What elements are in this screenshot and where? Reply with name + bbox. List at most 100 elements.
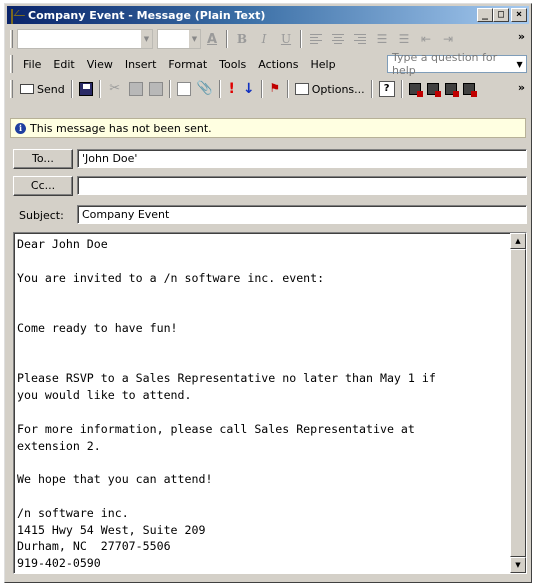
scissors-icon: ✂ xyxy=(109,81,121,96)
menu-edit[interactable]: Edit xyxy=(47,58,80,71)
toolbar-overflow-icon[interactable]: » xyxy=(518,81,525,94)
help-question-input[interactable]: Type a question for help ▼ xyxy=(387,51,527,77)
subject-label: Subject: xyxy=(19,209,64,222)
menu-file[interactable]: File xyxy=(17,58,47,71)
align-right-icon[interactable] xyxy=(349,29,371,49)
font-size-combo[interactable]: ▼ xyxy=(157,29,201,49)
paste-icon xyxy=(148,82,163,96)
maximize-button[interactable]: □ xyxy=(493,8,509,22)
toolbar-grip[interactable] xyxy=(10,80,13,98)
toolbar-grip[interactable] xyxy=(10,30,13,48)
copy-icon xyxy=(128,82,143,96)
paperclip-icon: 📎 xyxy=(196,81,213,96)
flag-icon: ⚑ xyxy=(269,81,281,95)
title-bar[interactable]: Company Event - Message (Plain Text) _ □… xyxy=(7,6,529,24)
menu-actions[interactable]: Actions xyxy=(252,58,304,71)
font-color-icon[interactable]: A xyxy=(201,29,223,49)
send-button[interactable]: Send xyxy=(17,78,68,100)
font-name-combo[interactable]: ▼ xyxy=(17,29,153,49)
check-names-button[interactable] xyxy=(174,78,194,100)
toolbar-separator xyxy=(286,80,289,98)
envelope-icon xyxy=(11,8,25,24)
underline-icon[interactable]: U xyxy=(275,29,297,49)
align-center-icon[interactable] xyxy=(327,29,349,49)
save-button[interactable] xyxy=(76,78,96,100)
bold-icon[interactable]: B xyxy=(231,29,253,49)
align-left-icon[interactable] xyxy=(305,29,327,49)
menu-format[interactable]: Format xyxy=(162,58,213,71)
send-label: Send xyxy=(37,82,65,96)
window-title: Company Event - Message (Plain Text) xyxy=(28,8,266,22)
save-icon xyxy=(78,82,93,96)
info-bar: i This message has not been sent. xyxy=(10,118,526,138)
options-button[interactable]: Options... xyxy=(292,78,368,100)
close-button[interactable]: × xyxy=(511,8,527,22)
cc-button[interactable]: Cc... xyxy=(13,176,73,196)
options-label: Options... xyxy=(311,82,365,96)
to-field[interactable]: 'John Doe' xyxy=(77,149,527,168)
toolbar-separator xyxy=(300,30,302,48)
toolbar-button-3[interactable] xyxy=(442,78,460,100)
toolbar-separator xyxy=(168,80,171,98)
increase-indent-icon[interactable]: ⇥ xyxy=(437,29,459,49)
toolbar-button-2[interactable] xyxy=(424,78,442,100)
follow-up-button[interactable]: ⚑ xyxy=(266,78,284,100)
help-icon: ? xyxy=(378,81,395,97)
paste-button[interactable] xyxy=(146,78,166,100)
italic-icon[interactable]: I xyxy=(253,29,275,49)
scroll-thumb[interactable] xyxy=(510,249,526,557)
menu-tools[interactable]: Tools xyxy=(213,58,252,71)
bullets-icon[interactable]: ☰ xyxy=(371,29,393,49)
standard-toolbar: Send ✂ 📎 ! ↓ ⚑ Options... ? » xyxy=(7,75,529,103)
toolbar-separator xyxy=(260,80,263,98)
menu-insert[interactable]: Insert xyxy=(119,58,163,71)
decrease-indent-icon[interactable]: ⇤ xyxy=(415,29,437,49)
message-action-icon xyxy=(462,83,477,97)
high-importance-button[interactable]: ! xyxy=(224,78,240,100)
toolbar-separator xyxy=(70,80,73,98)
cc-field[interactable] xyxy=(77,176,527,195)
numbering-icon[interactable]: ☰ xyxy=(393,29,415,49)
toolbar-separator xyxy=(400,80,403,98)
help-button[interactable]: ? xyxy=(376,78,398,100)
to-button[interactable]: To... xyxy=(13,149,73,169)
message-body-area: Dear John Doe You are invited to a /n so… xyxy=(13,232,527,574)
address-book-icon xyxy=(176,82,191,96)
vertical-scrollbar[interactable]: ▲ ▼ xyxy=(510,233,526,573)
chevron-down-icon[interactable]: ▼ xyxy=(188,30,200,48)
send-icon xyxy=(20,84,34,94)
scroll-up-icon[interactable]: ▲ xyxy=(510,233,526,249)
subject-field[interactable]: Company Event xyxy=(77,205,527,224)
toolbar-separator xyxy=(370,80,373,98)
message-window: Company Event - Message (Plain Text) _ □… xyxy=(4,3,532,583)
attach-file-button[interactable]: 📎 xyxy=(194,78,216,100)
message-action-icon xyxy=(408,83,423,97)
info-icon: i xyxy=(15,122,26,134)
menu-help[interactable]: Help xyxy=(304,58,341,71)
toolbar-separator xyxy=(218,80,221,98)
message-action-icon xyxy=(426,83,441,97)
toolbar-separator xyxy=(226,30,228,48)
message-body[interactable]: Dear John Doe You are invited to a /n so… xyxy=(14,233,510,573)
formatting-toolbar: ▼ ▼ A B I U ☰ ☰ ⇤ ⇥ » xyxy=(7,26,529,52)
scroll-down-icon[interactable]: ▼ xyxy=(510,557,526,573)
help-placeholder: Type a question for help xyxy=(392,51,498,77)
minimize-button[interactable]: _ xyxy=(477,8,493,22)
menu-bar: File Edit View Insert Format Tools Actio… xyxy=(7,51,529,77)
down-arrow-icon: ↓ xyxy=(242,81,255,97)
low-importance-button[interactable]: ↓ xyxy=(240,78,258,100)
cut-button[interactable]: ✂ xyxy=(104,78,126,100)
menubar-grip[interactable] xyxy=(10,55,13,73)
toolbar-button-1[interactable] xyxy=(406,78,424,100)
toolbar-separator xyxy=(98,80,101,98)
options-icon xyxy=(294,83,309,95)
info-bar-text: This message has not been sent. xyxy=(30,121,212,135)
chevron-down-icon[interactable]: ▼ xyxy=(140,30,152,48)
copy-button[interactable] xyxy=(126,78,146,100)
menu-view[interactable]: View xyxy=(81,58,119,71)
chevron-down-icon[interactable]: ▼ xyxy=(513,60,526,69)
message-action-icon xyxy=(444,83,459,97)
toolbar-overflow-icon[interactable]: » xyxy=(518,30,525,43)
toolbar-button-4[interactable] xyxy=(460,78,478,100)
exclamation-icon: ! xyxy=(228,81,235,97)
